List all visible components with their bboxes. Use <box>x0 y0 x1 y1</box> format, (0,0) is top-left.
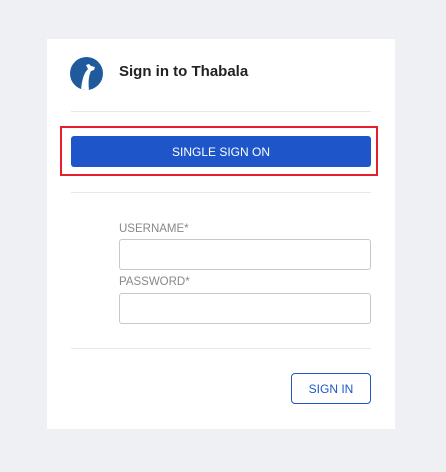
username-label: USERNAME* <box>119 223 189 235</box>
username-input[interactable] <box>119 239 371 270</box>
page-title: Sign in to Thabala <box>119 63 249 80</box>
login-card: Sign in to Thabala SINGLE SIGN ON USERNA… <box>47 39 395 429</box>
giraffe-logo-icon <box>70 57 103 90</box>
divider <box>71 192 371 193</box>
divider <box>71 348 371 349</box>
divider <box>71 111 371 112</box>
highlight-box <box>60 126 378 176</box>
sign-in-button[interactable]: SIGN IN <box>291 373 371 404</box>
password-label: PASSWORD* <box>119 276 190 288</box>
password-input[interactable] <box>119 293 371 324</box>
